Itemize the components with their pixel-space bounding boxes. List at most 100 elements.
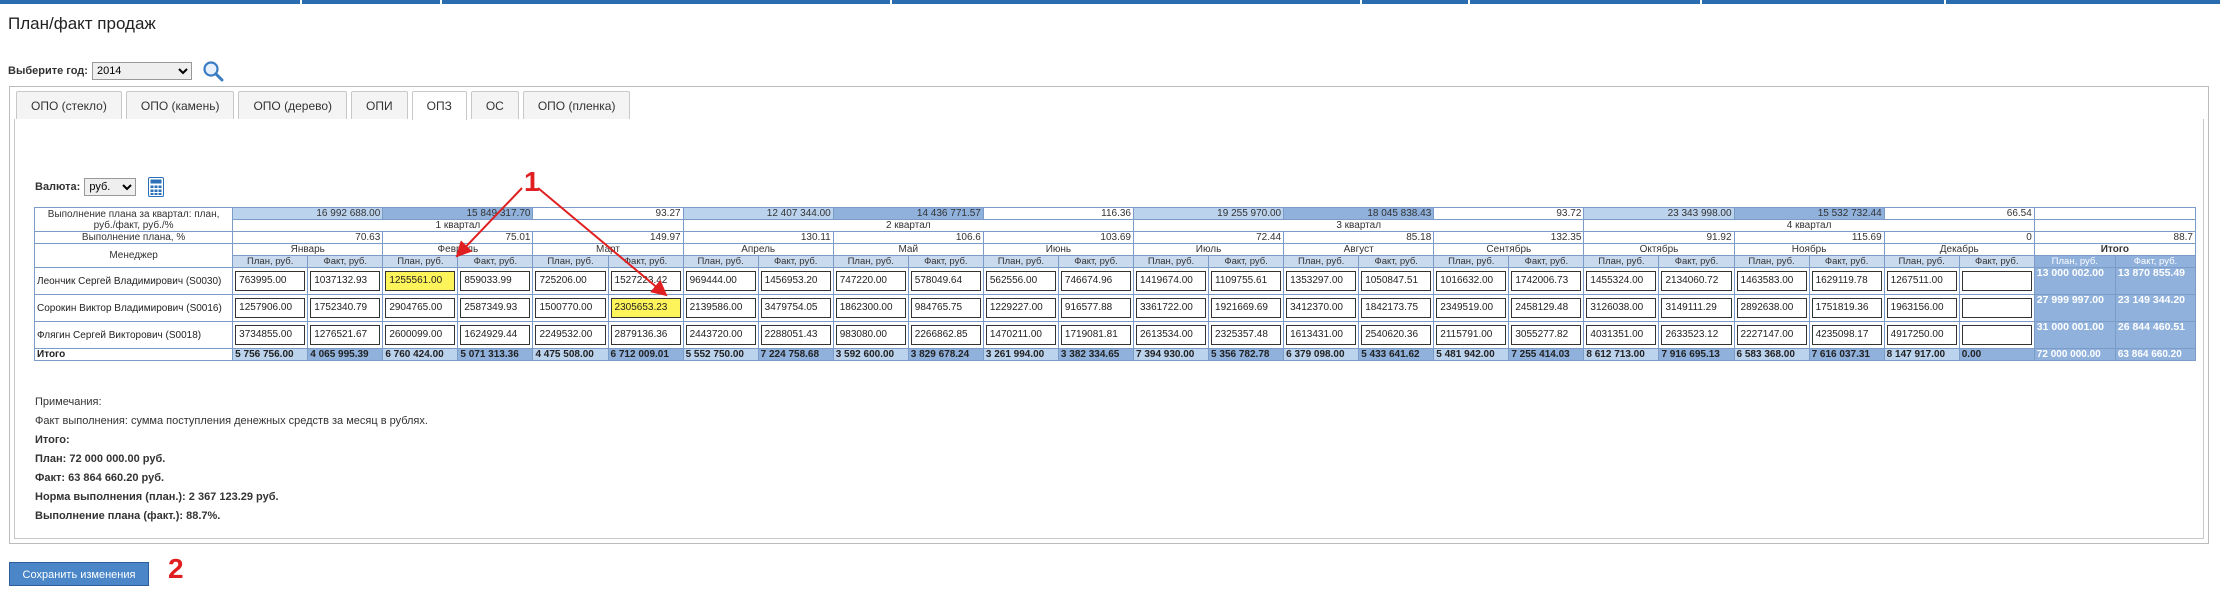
fact-input[interactable]: 859033.99	[460, 271, 531, 291]
table-cell: 1751819.36	[1808, 294, 1885, 322]
fact-input[interactable]: 1050847.51	[1361, 271, 1432, 291]
tab-5[interactable]: ОПЗ	[411, 91, 467, 120]
fact-input[interactable]: 1037132.93	[310, 271, 381, 291]
plan-input[interactable]: 763995.00	[235, 271, 306, 291]
plan-input[interactable]: 1455324.00	[1586, 271, 1657, 291]
fact-input[interactable]: 3479754.05	[760, 298, 831, 318]
fact-input[interactable]: 746674.96	[1060, 271, 1131, 291]
fact-input[interactable]: 2633523.12	[1661, 325, 1732, 345]
fact-input[interactable]: 2879136.36	[610, 325, 681, 345]
plan-input[interactable]: 1267511.00	[1886, 271, 1957, 291]
plan-input[interactable]: 562556.00	[985, 271, 1056, 291]
plan-input[interactable]: 2613534.00	[1135, 325, 1207, 345]
fact-input[interactable]: 1719081.81	[1060, 325, 1131, 345]
manager-name: Леончик Сергей Владимирович (S0030)	[33, 267, 234, 295]
plan-input[interactable]: 2227147.00	[1736, 325, 1807, 345]
plan-input[interactable]: 1463583.00	[1736, 271, 1807, 291]
plan-input[interactable]: 1613431.00	[1286, 325, 1357, 345]
plan-input[interactable]: 1255561.00	[385, 271, 456, 291]
total-plan: 7 394 930.00	[1132, 348, 1210, 361]
fact-input[interactable]: 2540620.36	[1361, 325, 1432, 345]
tab-2[interactable]: ОПО (камень)	[125, 91, 235, 119]
save-changes-button[interactable]: Сохранить изменения	[9, 562, 149, 586]
fact-input[interactable]	[1961, 298, 2032, 318]
table-cell: 2134060.72	[1658, 267, 1735, 295]
fact-input[interactable]	[1961, 271, 2032, 291]
year-select[interactable]: 2014	[91, 62, 192, 80]
fact-input[interactable]: 578049.64	[910, 271, 981, 291]
fact-input[interactable]: 2458129.48	[1511, 298, 1582, 318]
plan-input[interactable]: 3361722.00	[1135, 298, 1207, 318]
plan-input[interactable]: 1470211.00	[985, 325, 1056, 345]
fact-input[interactable]: 984765.75	[910, 298, 981, 318]
fact-input[interactable]: 916577.88	[1060, 298, 1131, 318]
table-cell: 1257906.00	[232, 294, 309, 322]
plan-input[interactable]: 1257906.00	[235, 298, 306, 318]
fact-input[interactable]: 2325357.48	[1211, 325, 1282, 345]
plan-input[interactable]: 1229227.00	[985, 298, 1056, 318]
fact-input[interactable]: 2587349.93	[460, 298, 531, 318]
table-cell: 859033.99	[457, 267, 534, 295]
fact-input[interactable]	[1961, 325, 2032, 345]
tab-6[interactable]: ОС	[470, 91, 519, 119]
table-cell: 1921669.69	[1208, 294, 1285, 322]
fact-input[interactable]: 1842173.75	[1361, 298, 1432, 318]
fact-input[interactable]: 1624929.44	[460, 325, 531, 345]
table-cell: 2613534.00	[1132, 321, 1210, 349]
row-total-fact: 26 844 460.51	[2114, 321, 2197, 349]
fact-input[interactable]: 4235098.17	[1811, 325, 1882, 345]
fact-input[interactable]: 3149111.29	[1661, 298, 1732, 318]
plan-input[interactable]: 725206.00	[535, 271, 606, 291]
plan-input[interactable]: 1500770.00	[535, 298, 606, 318]
fact-input[interactable]: 1527223.42	[610, 271, 681, 291]
fact-input[interactable]: 1456953.20	[760, 271, 831, 291]
plan-input[interactable]: 1963156.00	[1886, 298, 1957, 318]
fact-input[interactable]: 1109755.61	[1211, 271, 1282, 291]
row-total-fact: 23 149 344.20	[2114, 294, 2197, 322]
table-cell: 4917250.00	[1883, 321, 1960, 349]
plan-input[interactable]: 1353297.00	[1286, 271, 1357, 291]
fact-input[interactable]: 1751819.36	[1811, 298, 1882, 318]
tab-3[interactable]: ОПО (дерево)	[238, 91, 348, 119]
currency-select[interactable]: руб.	[84, 178, 137, 196]
plan-input[interactable]: 2600099.00	[385, 325, 456, 345]
plan-input[interactable]: 4917250.00	[1886, 325, 1957, 345]
tab-7[interactable]: ОПО (пленка)	[522, 91, 631, 119]
calculator-icon[interactable]	[148, 177, 165, 197]
fact-input[interactable]: 1752340.79	[310, 298, 381, 318]
plan-input[interactable]: 3734855.00	[235, 325, 306, 345]
table-cell: 578049.64	[907, 267, 984, 295]
plan-input[interactable]: 747220.00	[835, 271, 906, 291]
plan-input[interactable]: 4031351.00	[1586, 325, 1657, 345]
plan-input[interactable]: 1862300.00	[835, 298, 906, 318]
table-cell: 2458129.48	[1508, 294, 1585, 322]
fact-input[interactable]: 3055277.82	[1511, 325, 1582, 345]
plan-input[interactable]: 2139586.00	[685, 298, 756, 318]
plan-input[interactable]: 2249532.00	[535, 325, 606, 345]
plan-input[interactable]: 1419674.00	[1135, 271, 1207, 291]
fact-input[interactable]: 1921669.69	[1211, 298, 1282, 318]
plan-input[interactable]: 3126038.00	[1586, 298, 1657, 318]
fact-input[interactable]: 1629119.78	[1811, 271, 1882, 291]
month-percent: 132.35	[1433, 231, 1585, 244]
plan-input[interactable]: 2892638.00	[1736, 298, 1807, 318]
fact-input[interactable]: 2134060.72	[1661, 271, 1732, 291]
plan-input[interactable]: 1016632.00	[1436, 271, 1507, 291]
fact-input[interactable]: 2266862.85	[910, 325, 981, 345]
plan-input[interactable]: 2349519.00	[1436, 298, 1507, 318]
fact-input[interactable]: 2288051.43	[760, 325, 831, 345]
plan-input[interactable]: 2904765.00	[385, 298, 456, 318]
fact-input[interactable]: 1276521.67	[310, 325, 381, 345]
plan-input[interactable]: 2115791.00	[1436, 325, 1507, 345]
quarter-plan: 19 255 970.00	[1132, 207, 1285, 220]
plan-input[interactable]: 3412370.00	[1286, 298, 1357, 318]
plan-input[interactable]: 2443720.00	[685, 325, 756, 345]
fact-input[interactable]: 1742006.73	[1511, 271, 1582, 291]
plan-input[interactable]: 969444.00	[685, 271, 756, 291]
table-cell: 4031351.00	[1583, 321, 1660, 349]
tab-4[interactable]: ОПИ	[351, 91, 408, 119]
plan-input[interactable]: 983080.00	[835, 325, 906, 345]
tab-1[interactable]: ОПО (стекло)	[16, 91, 122, 119]
search-icon[interactable]	[202, 60, 224, 82]
fact-input[interactable]: 2305653.23	[610, 298, 681, 318]
